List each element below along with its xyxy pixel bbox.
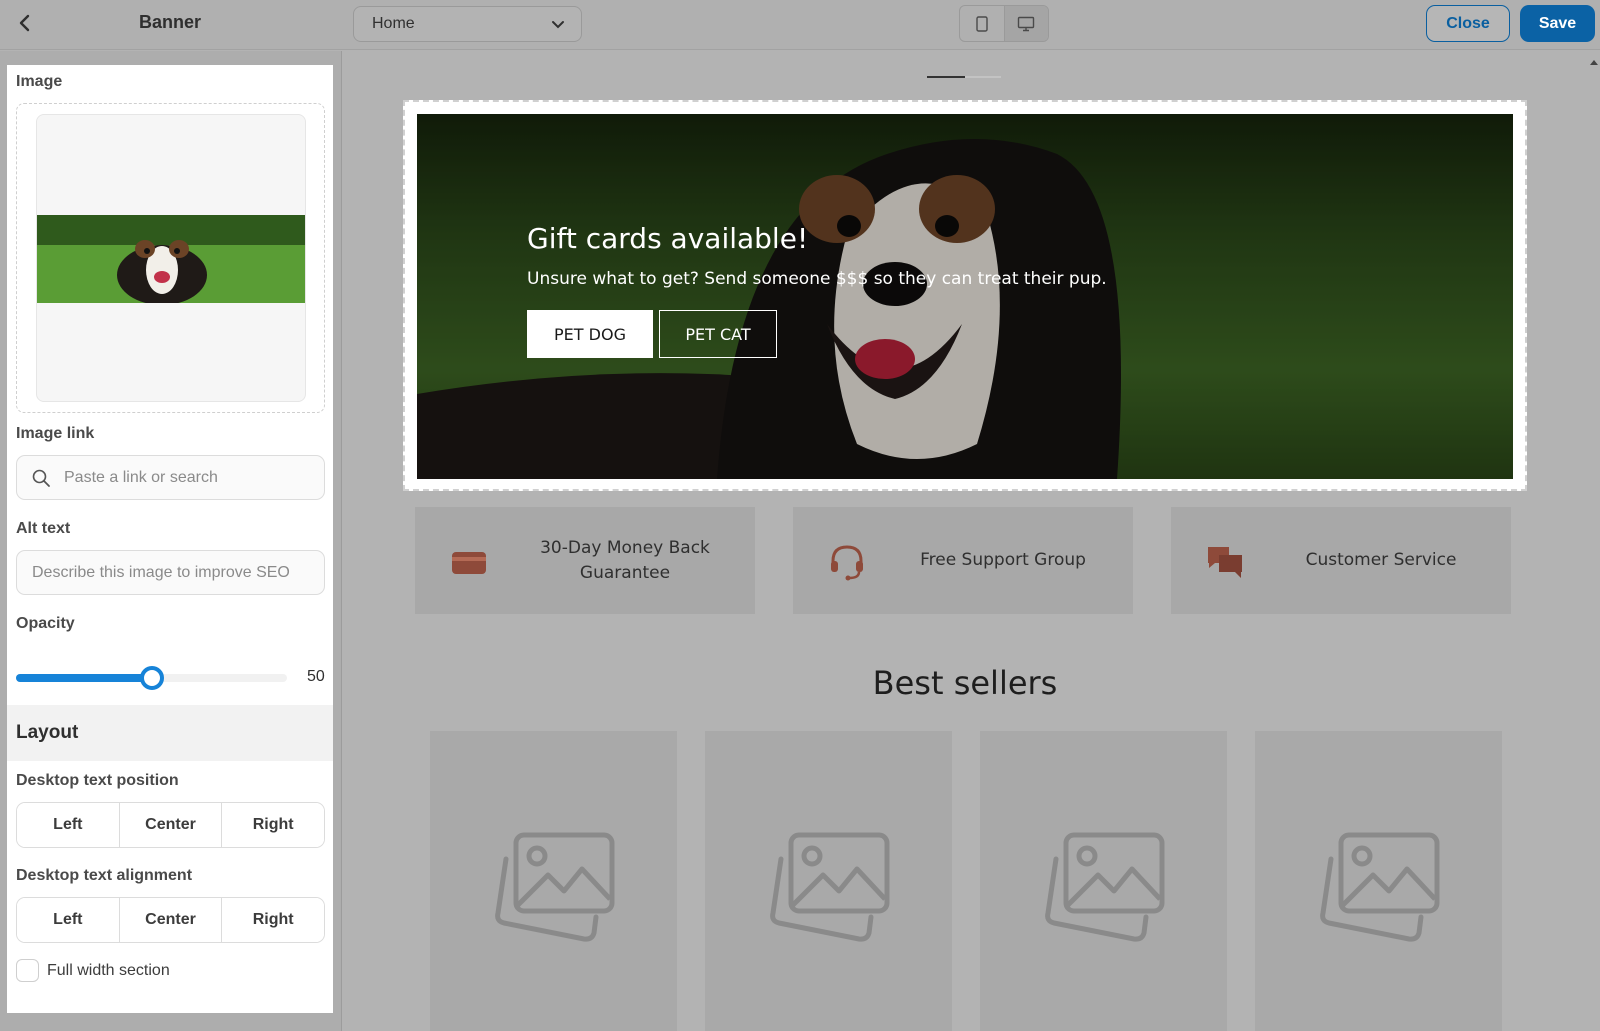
save-button[interactable]: Save <box>1520 5 1595 42</box>
credit-card-icon <box>449 541 489 581</box>
alt-text-input[interactable]: Describe this image to improve SEO <box>16 550 325 595</box>
banner-section-frame[interactable]: Gift cards available! Unsure what to get… <box>403 100 1527 491</box>
image-link-placeholder: Paste a link or search <box>64 469 218 486</box>
banner-title: Gift cards available! <box>527 222 809 255</box>
position-right-option[interactable]: Right <box>222 803 324 847</box>
dog-photo-illustration <box>417 114 1513 479</box>
feature-card-money-back[interactable]: 30-Day Money Back Guarantee <box>415 507 755 614</box>
full-width-row[interactable]: Full width section <box>16 959 170 982</box>
best-sellers-title: Best sellers <box>872 664 1058 702</box>
full-width-checkbox[interactable] <box>16 959 39 982</box>
alignment-center-option[interactable]: Center <box>119 898 223 942</box>
pet-dog-button[interactable]: PET DOG <box>527 310 653 358</box>
feature-card-support[interactable]: Free Support Group <box>793 507 1133 614</box>
panel-title: Banner <box>138 12 201 32</box>
desktop-text-alignment-label: Desktop text alignment <box>16 867 193 884</box>
feature-card-customer-service[interactable]: Customer Service <box>1171 507 1511 614</box>
scroll-up-icon <box>1590 60 1598 65</box>
product-card-2[interactable] <box>705 731 952 1031</box>
alignment-left-option[interactable]: Left <box>17 898 120 942</box>
device-toggle <box>959 5 1049 42</box>
alignment-right-option[interactable]: Right <box>222 898 324 942</box>
image-placeholder-icon <box>495 832 615 942</box>
opacity-label: Opacity <box>16 615 75 632</box>
image-placeholder-icon <box>1320 832 1440 942</box>
opacity-slider-handle[interactable] <box>139 666 164 690</box>
image-dropzone[interactable] <box>16 103 325 413</box>
image-placeholder-icon <box>1045 832 1165 942</box>
feature-text: Customer Service <box>1305 550 1457 570</box>
desktop-icon <box>1018 16 1035 31</box>
top-bar: Banner Home Close Save <box>0 0 1600 50</box>
position-left-option[interactable]: Left <box>17 803 120 847</box>
pet-cat-button[interactable]: PET CAT <box>659 310 777 358</box>
alt-text-placeholder: Describe this image to improve SEO <box>32 564 290 581</box>
page-select-value: Home <box>372 15 415 32</box>
search-icon <box>31 468 51 493</box>
full-width-label: Full width section <box>47 961 170 979</box>
product-card-4[interactable] <box>1255 731 1502 1031</box>
close-button[interactable]: Close <box>1426 5 1510 42</box>
desktop-view-button[interactable] <box>1003 6 1048 41</box>
desktop-text-position-label: Desktop text position <box>16 772 179 789</box>
image-preview-card[interactable] <box>36 114 306 402</box>
text-position-selector: Left Center Right <box>16 802 325 848</box>
mobile-icon <box>976 15 988 32</box>
chat-bubbles-icon <box>1205 541 1245 581</box>
image-placeholder-icon <box>770 832 890 942</box>
layout-heading: Layout <box>7 705 333 761</box>
feature-text: 30-Day Money Back Guarantee <box>540 537 710 583</box>
chevron-down-icon <box>551 17 565 36</box>
canvas-scrollbar[interactable] <box>1588 51 1600 1031</box>
image-label: Image <box>16 73 63 90</box>
opacity-value: 50 <box>307 668 325 685</box>
text-alignment-selector: Left Center Right <box>16 897 325 943</box>
back-arrow-icon[interactable] <box>14 12 36 34</box>
opacity-slider-fill <box>16 674 152 682</box>
image-thumbnail <box>37 215 305 303</box>
alt-text-label: Alt text <box>16 520 71 537</box>
opacity-slider[interactable] <box>16 666 287 690</box>
page-select[interactable]: Home <box>353 6 582 42</box>
settings-panel: Image Image link Paste a link or search … <box>7 65 333 1013</box>
image-link-input[interactable]: Paste a link or search <box>16 455 325 500</box>
product-card-3[interactable] <box>980 731 1227 1031</box>
position-center-option[interactable]: Center <box>119 803 223 847</box>
feature-text: Free Support Group <box>920 550 1086 570</box>
banner-image[interactable]: Gift cards available! Unsure what to get… <box>417 114 1513 479</box>
mobile-view-button[interactable] <box>960 6 1004 41</box>
headset-icon <box>827 541 867 581</box>
image-link-label: Image link <box>16 425 95 442</box>
banner-subtitle: Unsure what to get? Send someone $$$ so … <box>527 269 1107 289</box>
product-card-1[interactable] <box>430 731 677 1031</box>
slide-indicator[interactable] <box>927 76 1001 78</box>
slide-indicator-active <box>927 76 965 78</box>
